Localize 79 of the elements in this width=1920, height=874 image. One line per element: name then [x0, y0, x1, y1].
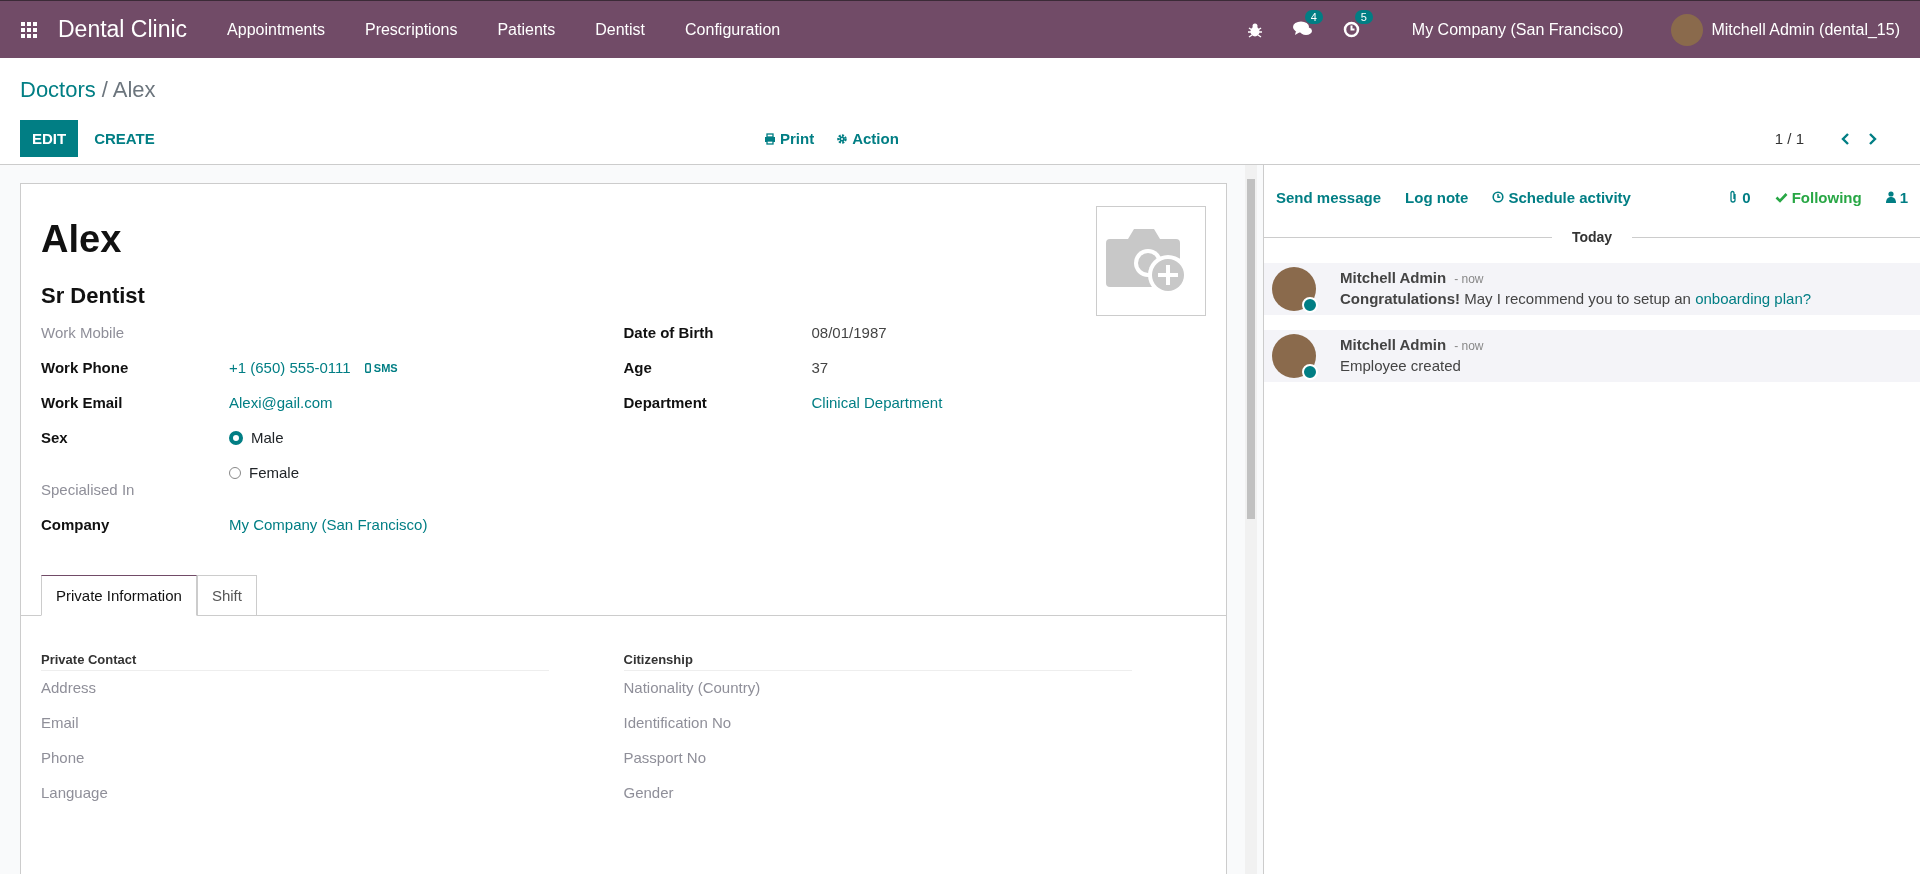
field-label: Work Phone — [41, 359, 130, 376]
field-value: 08/01/1987 — [811, 324, 887, 341]
menu-item[interactable]: Patients — [477, 20, 576, 39]
person-icon — [1885, 191, 1896, 203]
tab[interactable]: Shift — [196, 575, 257, 616]
field-value: 37 — [811, 359, 829, 376]
field-label: Work Email — [41, 394, 124, 411]
tab[interactable]: Private Information — [41, 575, 197, 616]
following-button[interactable]: Following — [1774, 188, 1862, 206]
field-label: Sex — [41, 429, 69, 446]
send-message-link[interactable]: Send message — [1276, 188, 1382, 206]
message-text: Employee created — [1340, 357, 1462, 374]
company-switcher[interactable]: My Company (San Francisco) — [1411, 20, 1624, 39]
author-avatar — [1272, 267, 1316, 311]
printer-icon — [764, 132, 776, 145]
menu-item[interactable]: Prescriptions — [344, 20, 478, 39]
app-name[interactable]: Dental Clinic — [58, 16, 188, 43]
field-label: Language — [41, 784, 109, 803]
field-label: Email — [41, 714, 80, 733]
message-author: Mitchell Admin — [1340, 269, 1447, 286]
mobile-icon — [364, 363, 371, 373]
sms-link[interactable]: SMS — [364, 362, 398, 374]
field-label: Work Mobile — [41, 324, 126, 341]
employee-name: Alex — [41, 218, 123, 261]
field-label: Date of Birth — [623, 324, 715, 341]
message-author: Mitchell Admin — [1340, 336, 1447, 353]
field-link[interactable]: My Company (San Francisco) — [229, 516, 428, 533]
edit-button[interactable]: EDIT — [20, 120, 79, 157]
attachments-button[interactable]: 0 — [1728, 188, 1751, 206]
radio-option[interactable]: Male — [229, 429, 300, 446]
apps-menu-icon[interactable] — [20, 20, 38, 39]
field-label: Passport No — [623, 749, 708, 768]
field-label: Company — [41, 516, 111, 533]
message-time: - now — [1454, 339, 1484, 353]
section-heading: Private Contact — [41, 652, 549, 671]
field-label: Specialised In — [41, 481, 136, 498]
chevron-right-icon[interactable] — [1868, 131, 1878, 146]
author-avatar — [1272, 334, 1316, 378]
section-heading: Citizenship — [623, 652, 1132, 671]
field-label: Nationality (Country) — [623, 679, 762, 698]
gear-icon — [836, 132, 849, 145]
notification-badge: 4 — [1304, 10, 1323, 24]
action-dropdown[interactable]: Action — [832, 130, 903, 147]
bug-icon[interactable] — [1246, 21, 1263, 38]
scrollbar[interactable] — [1245, 165, 1257, 874]
notification-badge: 5 — [1354, 10, 1373, 24]
paperclip-icon — [1728, 190, 1739, 204]
clock-icon — [1492, 191, 1505, 203]
menu-item[interactable]: Configuration — [665, 20, 801, 39]
field-label: Department — [623, 394, 708, 411]
breadcrumb-link[interactable]: Doctors — [20, 77, 96, 103]
field-link[interactable]: Alexi@gail.com — [229, 394, 333, 411]
message-text: Congratulations! May I recommend you to setup an onboarding plan? — [1340, 290, 1812, 307]
user-menu[interactable]: Mitchell Admin (dental_15) — [1711, 20, 1900, 39]
action-dropdown[interactable]: Print — [760, 130, 819, 147]
chevron-left-icon[interactable] — [1840, 131, 1850, 146]
menu-item[interactable]: Appointments — [207, 20, 345, 39]
field-label: Phone — [41, 749, 86, 768]
radio-option[interactable]: Female — [229, 464, 300, 481]
field-label: Address — [41, 679, 98, 698]
date-separator: Today — [1570, 229, 1614, 245]
field-label: Age — [623, 359, 653, 376]
log-note-link[interactable]: Log note — [1405, 188, 1469, 206]
clock-icon[interactable] — [1342, 21, 1360, 38]
onboarding-link[interactable]: onboarding plan? — [1695, 290, 1812, 307]
phone-link[interactable]: +1 (650) 555-0111 — [229, 359, 351, 376]
message-time: - now — [1454, 272, 1484, 286]
pager-value: 1 / 1 — [1774, 130, 1804, 147]
check-icon — [1774, 191, 1788, 203]
menu-item[interactable]: Dentist — [575, 20, 666, 39]
create-button[interactable]: CREATE — [82, 120, 167, 157]
job-title: Sr Dentist — [41, 283, 145, 309]
chat-icon[interactable] — [1292, 21, 1313, 38]
field-label: Gender — [623, 784, 675, 803]
breadcrumb-current: / Alex — [101, 77, 156, 103]
field-link[interactable]: Clinical Department — [811, 394, 943, 411]
field-label: Identification No — [623, 714, 733, 733]
schedule-activity-link[interactable]: Schedule activity — [1492, 188, 1631, 206]
followers-button[interactable]: 1 — [1885, 188, 1908, 206]
